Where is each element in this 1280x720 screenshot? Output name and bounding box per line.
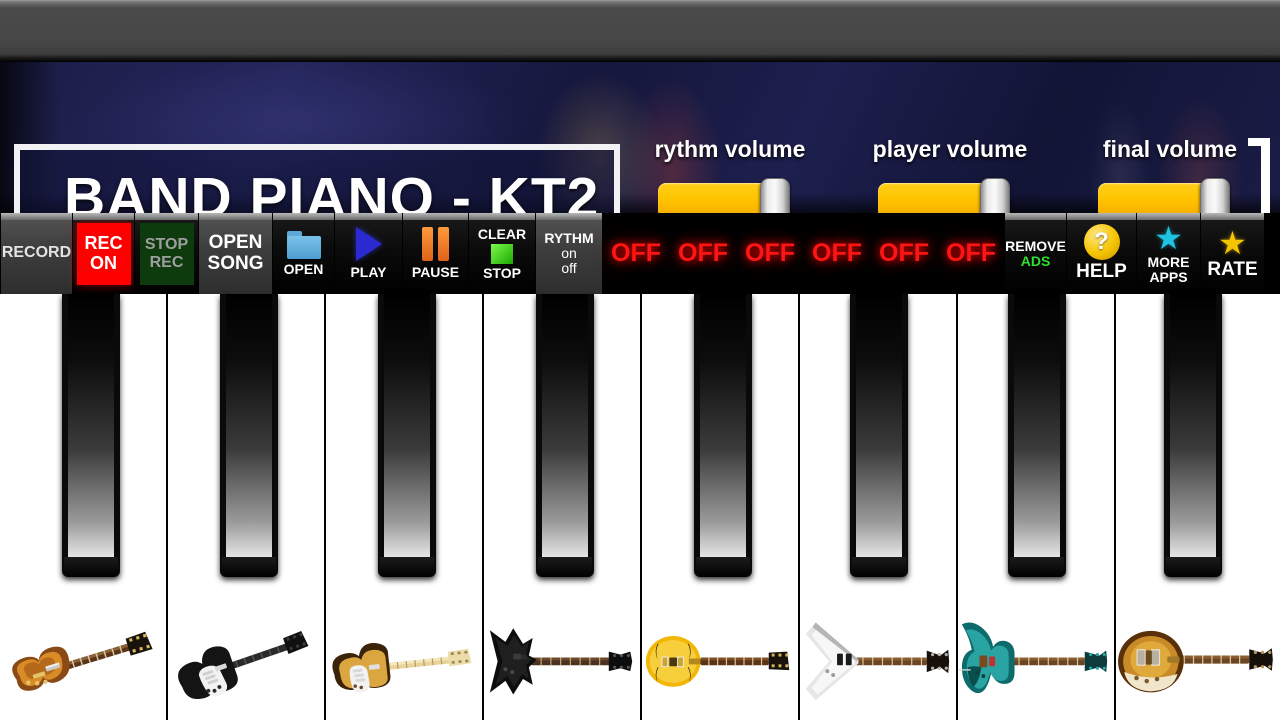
play-label: PLAY bbox=[350, 264, 387, 281]
instrument-icon-semi-hollow-yellow bbox=[642, 605, 798, 710]
rythm-line1: RYTHM bbox=[544, 230, 594, 247]
rythm-volume-slider[interactable] bbox=[640, 178, 820, 213]
track-5-off-label: OFF bbox=[879, 239, 929, 267]
rythm-line2: on bbox=[561, 245, 577, 262]
record-label: RECORD bbox=[1, 244, 72, 262]
track-5-off-button[interactable]: OFF bbox=[870, 213, 937, 294]
instrument-icon-stratocaster-sunburst bbox=[326, 605, 482, 710]
black-key-5[interactable] bbox=[694, 294, 752, 577]
track-4-off-label: OFF bbox=[812, 239, 862, 267]
rec-on-line2: ON bbox=[90, 252, 117, 273]
app-title-box: BAND PIANO - KT2 bbox=[14, 144, 620, 213]
more-apps-button[interactable]: ★ MORE APPS bbox=[1136, 213, 1200, 294]
remove-ads-button[interactable]: REMOVE ADS bbox=[1004, 213, 1066, 294]
stop-rec-button[interactable]: STOP REC bbox=[134, 213, 198, 294]
track-6-off-button[interactable]: OFF bbox=[937, 213, 1004, 294]
top-system-bar bbox=[0, 0, 1280, 62]
stop-rec-line2: REC bbox=[149, 253, 184, 271]
track-4-off-button[interactable]: OFF bbox=[803, 213, 870, 294]
track-3-off-button[interactable]: OFF bbox=[736, 213, 803, 294]
pause-label: PAUSE bbox=[411, 264, 460, 281]
black-key-2[interactable] bbox=[220, 294, 278, 577]
piano-keyboard bbox=[0, 294, 1280, 720]
player-volume-thumb[interactable] bbox=[980, 178, 1010, 213]
instrument-icon-metal-spiked-black bbox=[484, 605, 640, 710]
player-volume-control[interactable]: player volume 0 20 40 60 80 100 bbox=[860, 136, 1040, 213]
open-song-button[interactable]: OPEN SONG bbox=[198, 213, 272, 294]
open-song-line1: OPEN bbox=[208, 231, 263, 253]
rythm-line3: off bbox=[561, 259, 577, 276]
pause-button[interactable]: PAUSE bbox=[402, 213, 468, 294]
instrument-icon-superstrat-teal bbox=[958, 605, 1114, 710]
final-volume-control[interactable]: final volume 0 20 40 60 80 100 bbox=[1080, 136, 1260, 213]
clear-stop-button[interactable]: CLEAR STOP bbox=[468, 213, 535, 294]
black-key-7[interactable] bbox=[1008, 294, 1066, 577]
star-icon: ★ bbox=[1218, 224, 1247, 261]
rate-button[interactable]: ★ RATE bbox=[1200, 213, 1264, 294]
black-key-8[interactable] bbox=[1164, 294, 1222, 577]
open-song-line2: SONG bbox=[207, 252, 264, 274]
rec-on-line1: REC bbox=[84, 232, 123, 253]
rythm-volume-thumb[interactable] bbox=[760, 178, 790, 213]
more-apps-line1: MORE bbox=[1147, 254, 1190, 271]
rythm-volume-control[interactable]: rythm volume 0 20 40 60 80 100 bbox=[640, 136, 820, 213]
instrument-icon-flying-v-white bbox=[800, 605, 956, 710]
open-button[interactable]: OPEN bbox=[272, 213, 334, 294]
instrument-icon-les-paul-sunburst bbox=[0, 605, 166, 710]
player-volume-label: player volume bbox=[872, 136, 1028, 162]
play-icon bbox=[355, 227, 382, 262]
rythm-toggle-button[interactable]: RYTHM on off bbox=[535, 213, 602, 294]
rec-on-indicator[interactable]: REC ON bbox=[76, 222, 131, 285]
ads-label: ADS bbox=[1020, 252, 1051, 269]
final-volume-thumb[interactable] bbox=[1200, 178, 1230, 213]
stop-square-icon bbox=[491, 243, 513, 264]
play-button[interactable]: PLAY bbox=[334, 213, 402, 294]
stop-rec-line1: STOP bbox=[144, 235, 189, 253]
stop-rec-indicator[interactable]: STOP REC bbox=[139, 222, 194, 285]
rythm-volume-label: rythm volume bbox=[654, 136, 806, 162]
help-question-icon: ? bbox=[1083, 224, 1120, 261]
app-title: BAND PIANO - KT2 bbox=[64, 166, 600, 213]
track-2-off-button[interactable]: OFF bbox=[669, 213, 736, 294]
remove-label: REMOVE bbox=[1005, 237, 1066, 254]
track-1-off-button[interactable]: OFF bbox=[602, 213, 669, 294]
folder-icon bbox=[286, 230, 321, 259]
track-2-off-label: OFF bbox=[678, 239, 728, 267]
black-key-4[interactable] bbox=[536, 294, 594, 577]
player-volume-slider[interactable] bbox=[860, 178, 1040, 213]
band-piano-app: BAND PIANO - KT2 rythm volume 0 20 40 60… bbox=[0, 0, 1280, 720]
stop-label: STOP bbox=[483, 264, 521, 281]
track-3-off-label: OFF bbox=[745, 239, 795, 267]
more-apps-line2: APPS bbox=[1149, 269, 1188, 285]
help-button[interactable]: ? HELP bbox=[1066, 213, 1136, 294]
black-key-1[interactable] bbox=[62, 294, 120, 577]
black-key-6[interactable] bbox=[850, 294, 908, 577]
instrument-icon-stratocaster-black-white bbox=[168, 605, 324, 710]
pause-icon bbox=[422, 227, 449, 262]
star-icon: ★ bbox=[1154, 220, 1183, 257]
open-label: OPEN bbox=[283, 260, 324, 277]
black-key-3[interactable] bbox=[378, 294, 436, 577]
track-6-off-label: OFF bbox=[946, 239, 996, 267]
rate-label: RATE bbox=[1207, 258, 1258, 280]
final-volume-slider[interactable] bbox=[1080, 178, 1260, 213]
clear-label: CLEAR bbox=[477, 225, 527, 242]
help-label: HELP bbox=[1076, 261, 1127, 283]
control-toolbar: RECORD REC ON STOP REC OPEN SONG OPEN PL… bbox=[0, 213, 1280, 294]
instrument-icon-hollowbody-sunburst bbox=[1116, 605, 1280, 710]
record-label-cell: RECORD bbox=[0, 213, 72, 294]
rec-on-button[interactable]: REC ON bbox=[72, 213, 134, 294]
track-1-off-label: OFF bbox=[611, 239, 661, 267]
app-header: BAND PIANO - KT2 rythm volume 0 20 40 60… bbox=[0, 62, 1280, 213]
final-volume-label: final volume bbox=[1102, 136, 1238, 162]
top-bar-highlight-edge bbox=[0, 0, 1280, 2]
